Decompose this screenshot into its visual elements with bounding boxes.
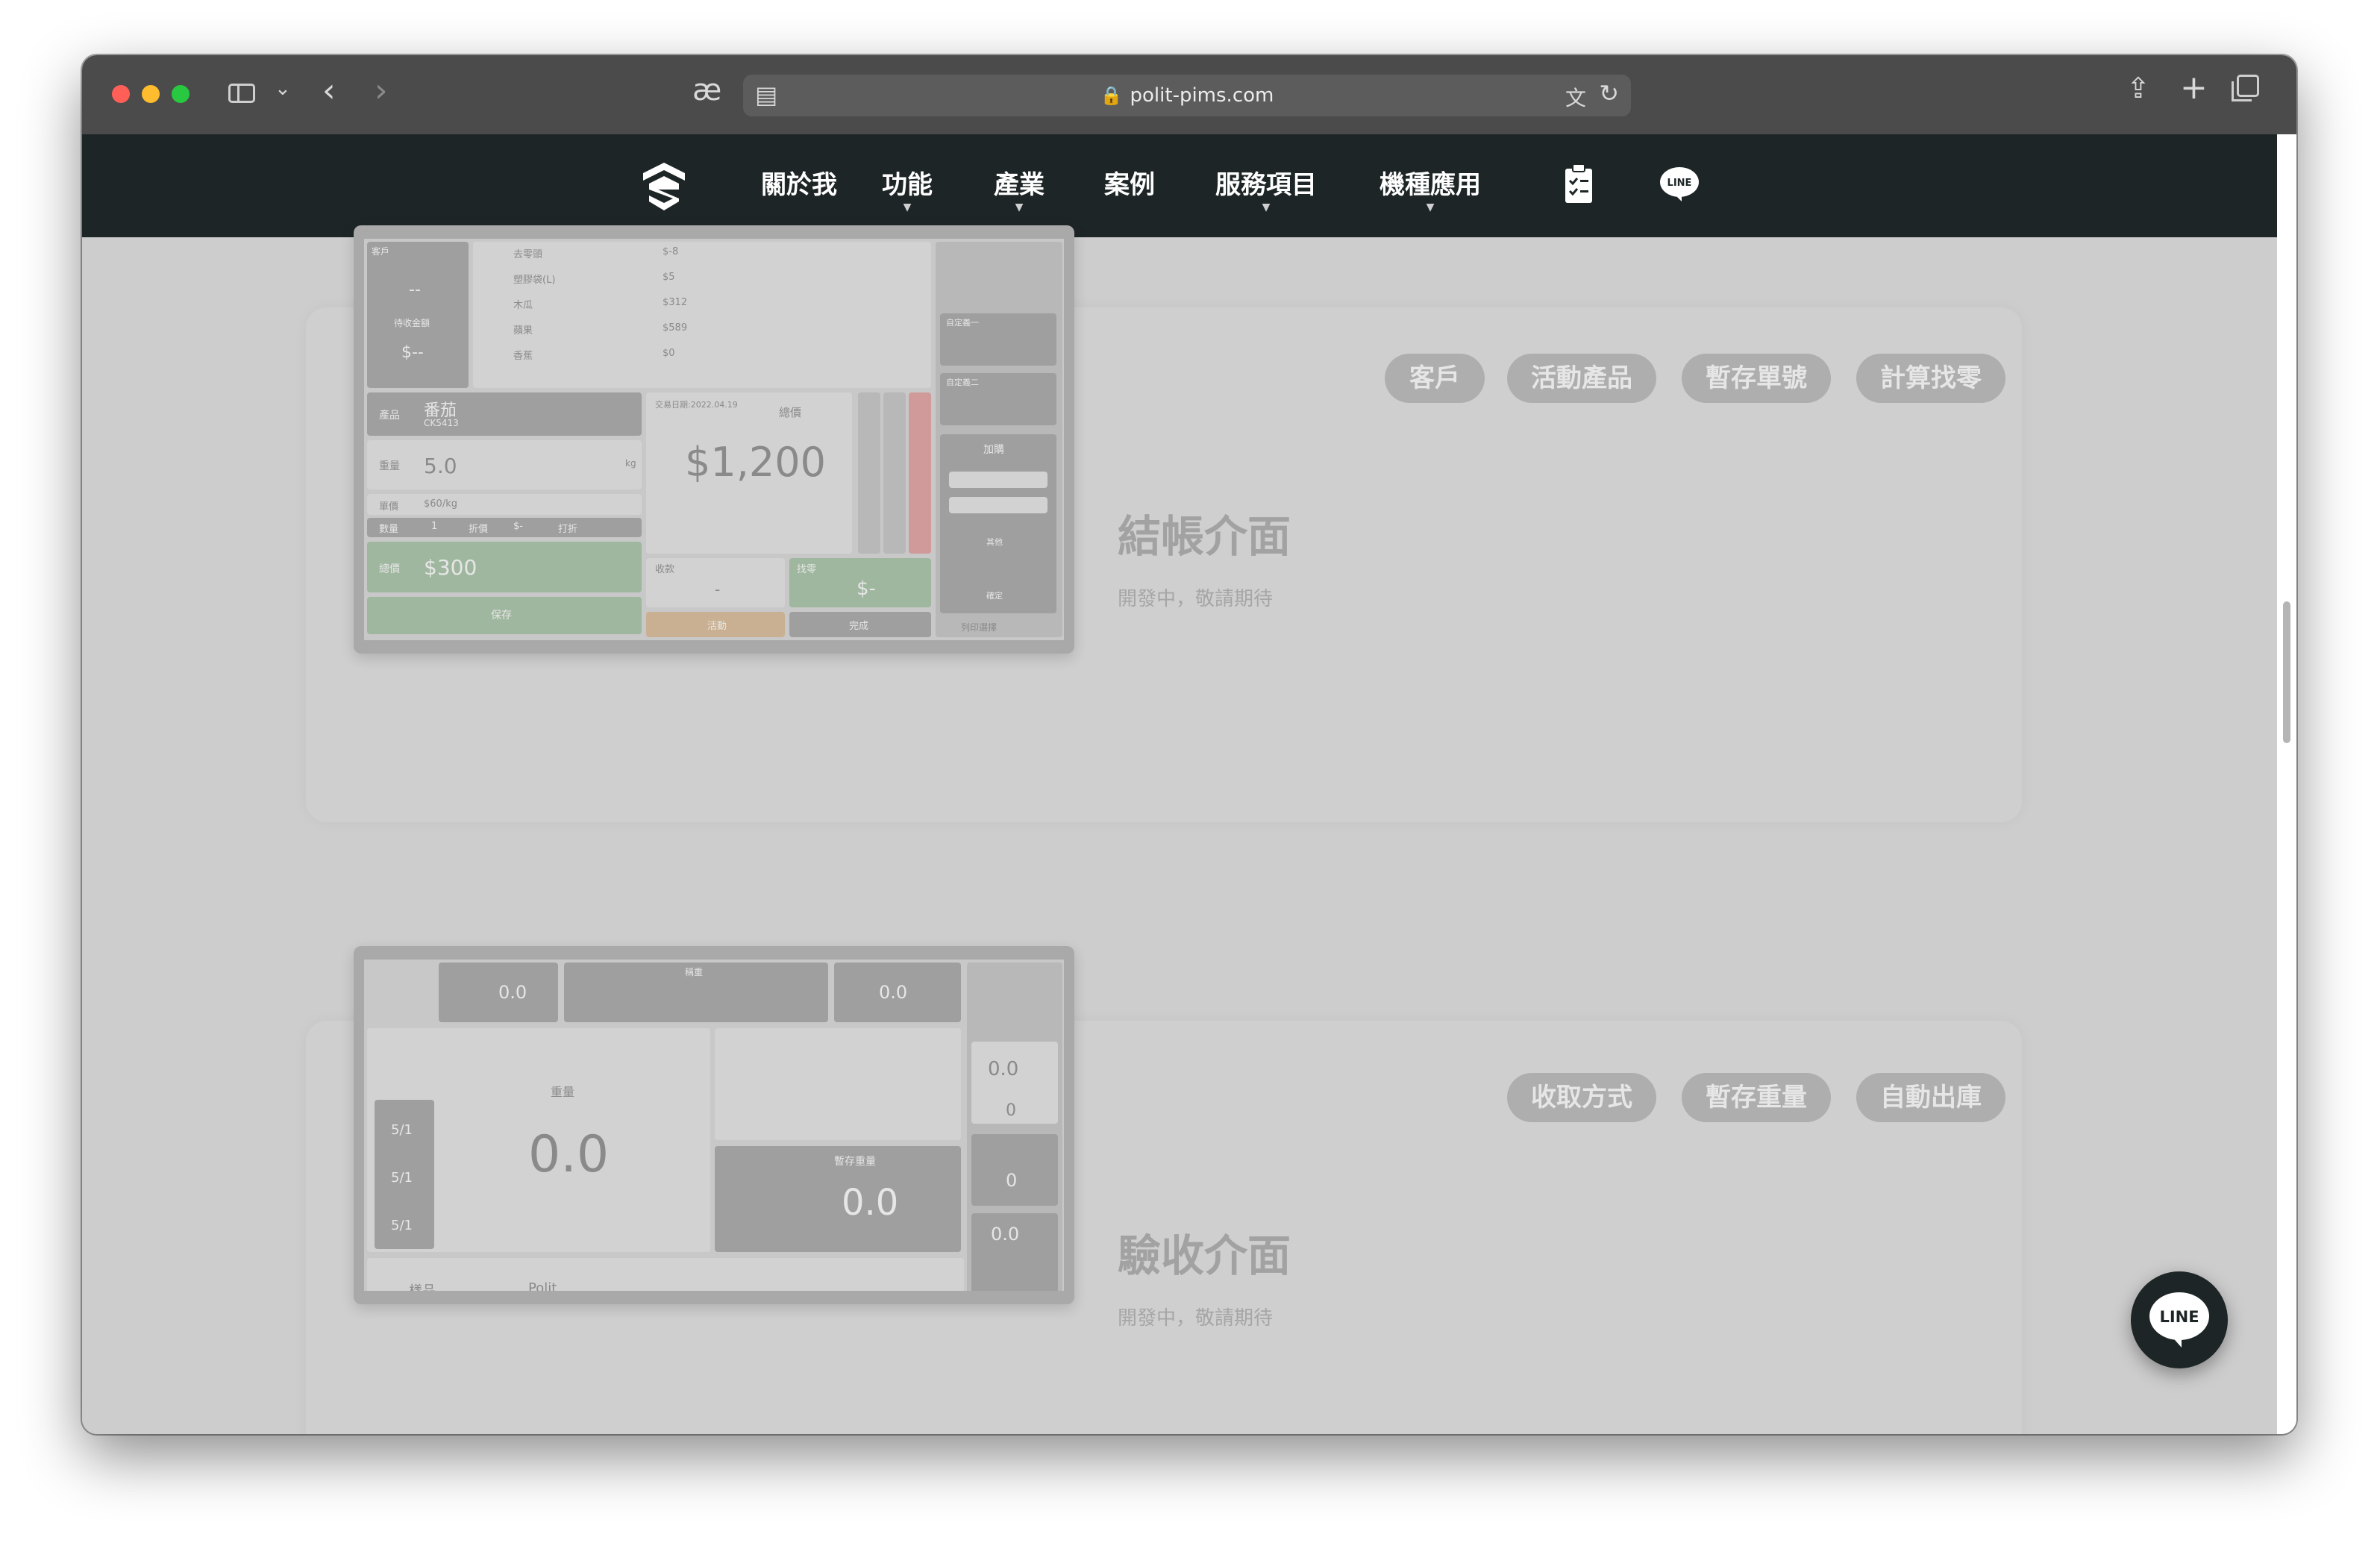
line-chat-button[interactable]: LINE (2131, 1271, 2228, 1368)
nav-item-about[interactable]: 關於我 (758, 164, 840, 201)
scrollbar-thumb[interactable] (2283, 601, 2290, 743)
nav-item-features[interactable]: 功能 ▼ (877, 164, 937, 213)
section-title-checkout: 結帳介面 (1118, 511, 1291, 562)
extension-icon[interactable]: æ (692, 73, 721, 107)
svg-text:LINE: LINE (2159, 1308, 2199, 1326)
browser-titlebar: ⌄ ‹ › æ ▤ 🔒 polit-pims.com 文 ↻ ⇪ + (82, 55, 2296, 136)
minimize-window-button[interactable] (142, 85, 160, 103)
line-icon: LINE (2149, 1292, 2209, 1348)
section-subtitle-checkout: 開發中，敬請期待 (1118, 588, 1274, 610)
tag-calc-change: 計算找零 (1856, 354, 2005, 403)
lock-icon: 🔒 (1100, 85, 1123, 106)
browser-window: ⌄ ‹ › æ ▤ 🔒 polit-pims.com 文 ↻ ⇪ + 關於我 功… (82, 55, 2296, 1434)
tag-customer: 客戶 (1385, 354, 1485, 403)
dropdown-caret-icon: ▼ (1262, 201, 1271, 213)
site-navbar: 關於我 功能 ▼ 產業 ▼ 案例 服務項目 ▼ 機種應用 ▼ LINE (82, 134, 2277, 237)
clipboard-check-icon[interactable] (1564, 163, 1594, 204)
tag-auto-outbound: 自動出庫 (1856, 1073, 2005, 1122)
section-subtitle-inspection: 開發中，敬請期待 (1118, 1307, 1274, 1330)
line-icon[interactable]: LINE (1659, 166, 1700, 203)
checkout-interface-screenshot: 客戶 -- 待收金額 $-- 去零頭 塑膠袋(L) 木瓜 蘋果 香蕉 $-8 $… (354, 225, 1074, 654)
tag-held-order: 暫存單號 (1682, 354, 1831, 403)
reload-icon[interactable]: ↻ (1599, 79, 1619, 107)
customer-panel (367, 242, 469, 388)
translate-icon[interactable]: 文 (1565, 82, 1586, 112)
svg-text:LINE: LINE (1667, 178, 1692, 189)
nav-item-models[interactable]: 機種應用 ▼ (1374, 164, 1486, 213)
dropdown-caret-icon: ▼ (1426, 201, 1435, 213)
address-bar[interactable]: ▤ 🔒 polit-pims.com 文 ↻ (743, 75, 1631, 116)
maximize-window-button[interactable] (172, 85, 190, 103)
share-icon[interactable]: ⇪ (2126, 72, 2150, 104)
inspection-interface-screenshot: 0.0 稱重 0.0 0.0 0 0 0.0 5/1 5/1 5/1 重量 0.… (354, 946, 1074, 1304)
dropdown-caret-icon: ▼ (903, 201, 912, 213)
forward-icon[interactable]: › (375, 72, 388, 110)
chevron-down-icon[interactable]: ⌄ (275, 78, 291, 100)
sidebar-toggle-icon[interactable] (228, 84, 255, 103)
tag-receive-method: 收取方式 (1507, 1073, 1656, 1122)
tag-promo-product: 活動產品 (1507, 354, 1656, 403)
nav-item-services[interactable]: 服務項目 ▼ (1210, 164, 1322, 213)
nav-item-cases[interactable]: 案例 (1100, 164, 1159, 201)
page-scrollbar[interactable] (2277, 134, 2296, 1434)
back-icon[interactable]: ‹ (322, 72, 336, 110)
item-list (473, 242, 931, 388)
dropdown-caret-icon: ▼ (1015, 201, 1024, 213)
url-text[interactable]: polit-pims.com (1130, 84, 1274, 107)
logo-icon[interactable] (640, 161, 688, 212)
close-window-button[interactable] (112, 85, 130, 103)
section-title-inspection: 驗收介面 (1118, 1230, 1291, 1281)
nav-item-industry[interactable]: 產業 ▼ (989, 164, 1049, 213)
tab-overview-icon[interactable] (2232, 75, 2259, 101)
new-tab-icon[interactable]: + (2180, 69, 2208, 107)
tag-held-weight: 暫存重量 (1682, 1073, 1831, 1122)
